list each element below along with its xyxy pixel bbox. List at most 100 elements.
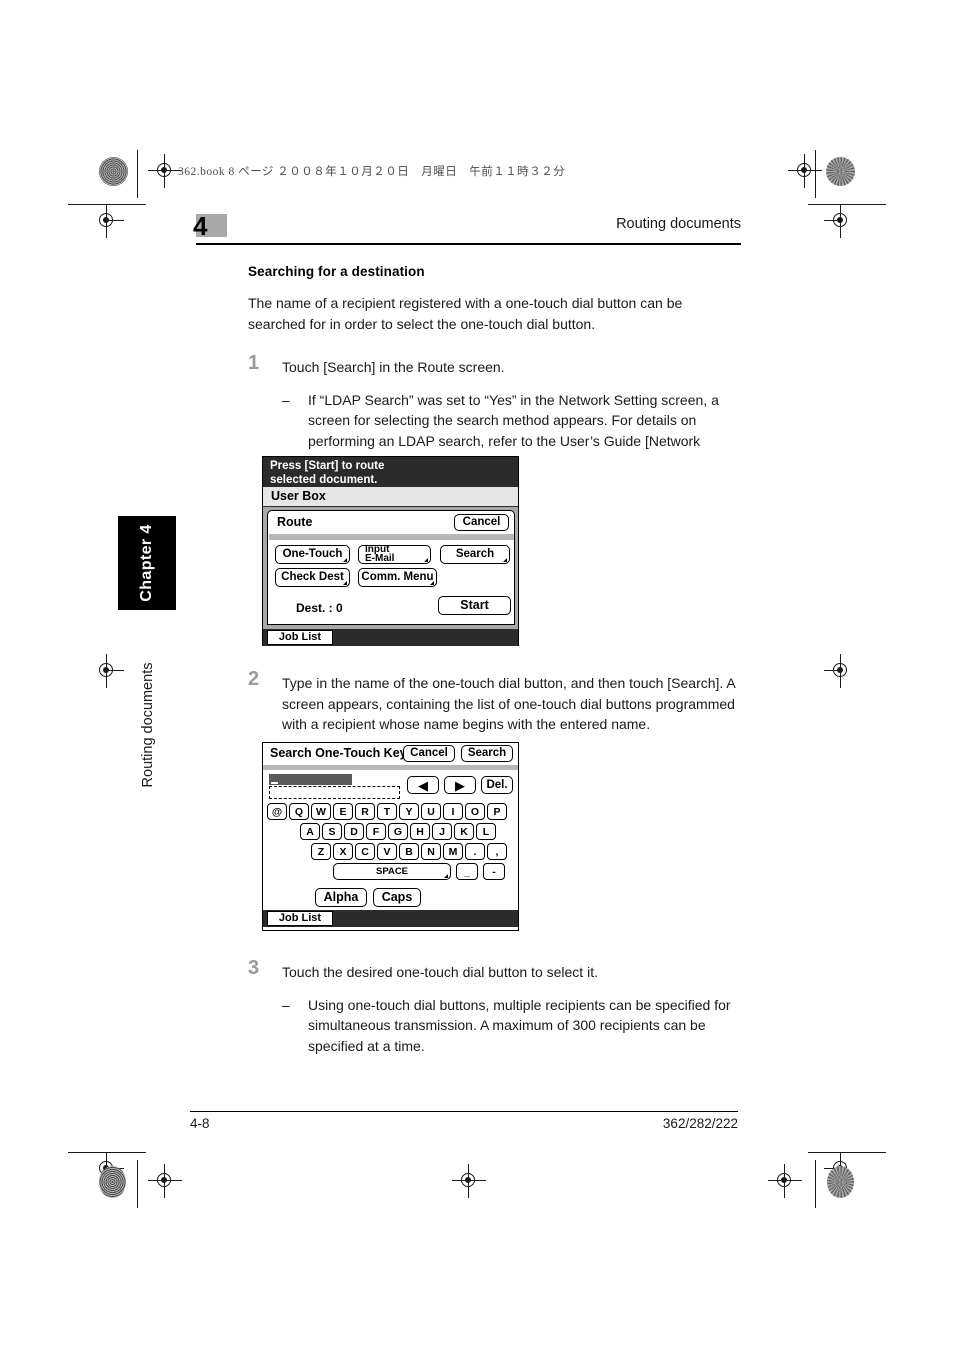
crop-line-bottom-left xyxy=(68,1152,146,1154)
registration-mark-bottom-right-outer xyxy=(824,1152,858,1186)
keyboard-title: Search One-Touch Keys xyxy=(270,746,414,760)
search-input-highlight[interactable] xyxy=(269,774,352,785)
delete-key[interactable]: Del. xyxy=(481,776,513,794)
key-m[interactable]: M xyxy=(443,843,463,860)
cancel-button[interactable]: Cancel xyxy=(454,514,509,531)
registration-mark-top-left-outer xyxy=(90,204,124,238)
crop-line-bottom-right xyxy=(808,1152,886,1154)
comm-menu-button[interactable]: Comm. Menu xyxy=(358,568,437,587)
route-screen-message-line1: Press [Start] to route xyxy=(270,460,385,472)
step-3-container: 3 Touch the desired one-touch dial butto… xyxy=(248,958,740,1057)
key-h[interactable]: H xyxy=(410,823,430,840)
footer-page-number: 4-8 xyxy=(190,1116,210,1131)
key-comma[interactable]: , xyxy=(487,843,507,860)
key-r[interactable]: R xyxy=(355,803,375,820)
crop-line-top-left xyxy=(68,204,146,206)
color-calibration-blob-top-left xyxy=(99,157,128,186)
chapter-number-text: 4 xyxy=(193,211,208,241)
registration-mark-bottom-left-inner xyxy=(148,1164,182,1198)
step-3-text: Touch the desired one-touch dial button … xyxy=(282,964,598,980)
section-title: Searching for a destination xyxy=(248,264,425,279)
step-3-bullet: – Using one-touch dial buttons, multiple… xyxy=(282,995,740,1057)
key-e[interactable]: E xyxy=(333,803,353,820)
keyboard-body: ◀ ▶ Del. @ Q W E R T Y U I O P A S D F G… xyxy=(263,770,518,910)
crop-line-vertical-right xyxy=(815,150,817,198)
caps-mode-button[interactable]: Caps xyxy=(373,888,421,907)
keyboard-footer: Job List xyxy=(263,910,518,927)
job-list-button[interactable]: Job List xyxy=(267,630,333,645)
key-period[interactable]: . xyxy=(465,843,485,860)
crop-line-top-right xyxy=(808,204,886,206)
key-hyphen[interactable]: - xyxy=(483,863,505,880)
step-3-bullet-text: Using one-touch dial buttons, multiple r… xyxy=(308,996,731,1054)
key-k[interactable]: K xyxy=(454,823,474,840)
key-i[interactable]: I xyxy=(443,803,463,820)
search-button[interactable]: Search xyxy=(440,545,510,564)
key-at[interactable]: @ xyxy=(267,803,287,820)
color-calibration-blob-top-right xyxy=(826,157,855,186)
key-a[interactable]: A xyxy=(300,823,320,840)
step-2-number: 2 xyxy=(248,668,260,690)
header-rule xyxy=(196,243,741,245)
search-input[interactable] xyxy=(269,786,400,799)
footer-rule xyxy=(190,1111,738,1113)
cursor-right-icon[interactable]: ▶ xyxy=(444,776,476,794)
space-key[interactable]: SPACE xyxy=(333,863,451,880)
registration-mark-bottom-left-outer xyxy=(90,1152,124,1186)
key-f[interactable]: F xyxy=(366,823,386,840)
route-screen-separator xyxy=(269,534,514,540)
key-d[interactable]: D xyxy=(344,823,364,840)
key-l[interactable]: L xyxy=(476,823,496,840)
key-w[interactable]: W xyxy=(311,803,331,820)
key-q[interactable]: Q xyxy=(289,803,309,820)
input-email-button[interactable]: Input E-Mail xyxy=(358,545,431,564)
key-n[interactable]: N xyxy=(421,843,441,860)
key-underscore[interactable]: _ xyxy=(456,863,478,880)
key-s[interactable]: S xyxy=(322,823,342,840)
page-title: Routing documents xyxy=(616,216,741,232)
key-c[interactable]: C xyxy=(355,843,375,860)
route-screen-title: Route xyxy=(277,515,313,529)
route-screen-footer: Job List xyxy=(263,629,518,646)
registration-mark-bottom-right-inner xyxy=(768,1164,802,1198)
key-x[interactable]: X xyxy=(333,843,353,860)
key-o[interactable]: O xyxy=(465,803,485,820)
keyboard-search-button[interactable]: Search xyxy=(461,745,513,762)
key-y[interactable]: Y xyxy=(399,803,419,820)
crop-line-vertical-right-bottom xyxy=(815,1160,817,1208)
intro-paragraph: The name of a recipient registered with … xyxy=(248,295,683,332)
key-u[interactable]: U xyxy=(421,803,441,820)
key-g[interactable]: G xyxy=(388,823,408,840)
main-content: Searching for a destination The name of … xyxy=(248,264,740,472)
start-button[interactable]: Start xyxy=(438,596,511,615)
text-cursor xyxy=(271,782,278,784)
color-calibration-blob-bottom-right xyxy=(827,1166,854,1198)
key-t[interactable]: T xyxy=(377,803,397,820)
dest-count-label: Dest. : 0 xyxy=(296,601,343,615)
color-calibration-blob-bottom-left xyxy=(99,1166,126,1198)
alpha-mode-button[interactable]: Alpha xyxy=(315,888,367,907)
key-z[interactable]: Z xyxy=(311,843,331,860)
one-touch-button[interactable]: One-Touch xyxy=(275,545,350,564)
key-v[interactable]: V xyxy=(377,843,397,860)
page-header: 4 Routing documents xyxy=(193,211,741,246)
registration-mark-top-right-inner xyxy=(788,154,822,188)
search-keyboard-panel: Search One-Touch Keys Cancel Search ◀ ▶ … xyxy=(262,742,519,931)
key-b[interactable]: B xyxy=(399,843,419,860)
route-screen-inner-frame: Route Cancel One-Touch Input E-Mail Sear… xyxy=(267,510,515,625)
step-1-text: Touch [Search] in the Route screen. xyxy=(282,359,505,375)
key-j[interactable]: J xyxy=(432,823,452,840)
route-screen-body: Route Cancel One-Touch Input E-Mail Sear… xyxy=(263,507,518,629)
registration-mark-middle-right xyxy=(824,654,858,688)
check-dest-button[interactable]: Check Dest xyxy=(275,568,350,587)
key-p[interactable]: P xyxy=(487,803,507,820)
cursor-left-icon[interactable]: ◀ xyxy=(407,776,439,794)
registration-mark-top-right-outer xyxy=(824,204,858,238)
chapter-number-badge: 4 xyxy=(193,211,227,241)
route-screen-panel: Press [Start] to route selected document… xyxy=(262,456,519,646)
crop-line-vertical-left xyxy=(137,150,139,198)
keyboard-cancel-button[interactable]: Cancel xyxy=(403,745,455,762)
side-vertical-label: Routing documents xyxy=(137,655,159,795)
crop-line-vertical-left-bottom xyxy=(137,1160,139,1208)
keyboard-job-list-button[interactable]: Job List xyxy=(267,911,333,926)
